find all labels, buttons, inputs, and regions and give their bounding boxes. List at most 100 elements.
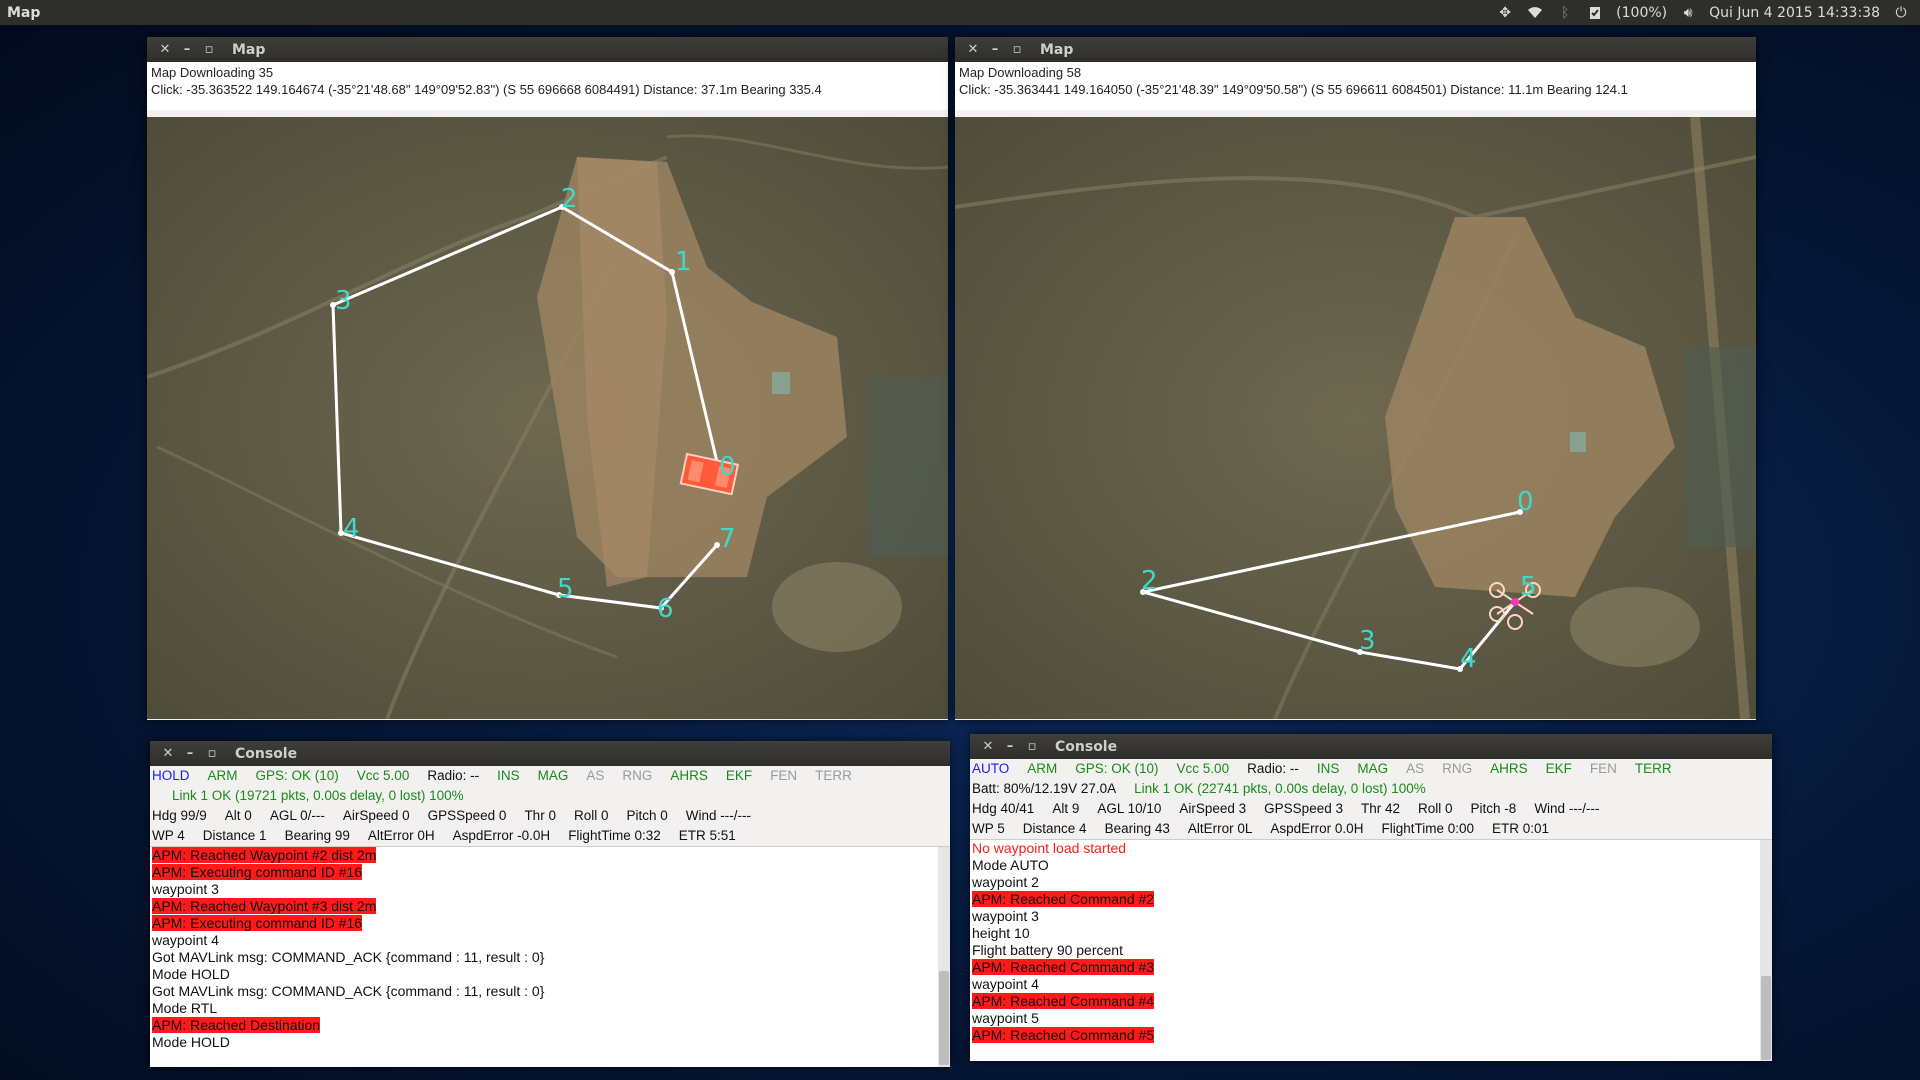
status-flag: MAG [537,768,569,783]
status-row-waypoint: WP 5 Distance 4 Bearing 43 AltError 0L AspdE… [970,819,1772,839]
minimize-icon[interactable]: – [176,42,198,57]
minimize-icon[interactable]: – [999,739,1021,754]
dropbox-icon[interactable]: ✥ [1496,5,1514,21]
status-flag: EKF [725,768,753,783]
app-title: Map [7,4,41,21]
log-line: Mode HOLD [152,1034,950,1051]
battery-percent[interactable]: (100%) [1616,5,1667,21]
close-icon[interactable]: ✕ [962,42,984,57]
top-panel: Map ✥ ᛒ (100%) 🔊︎ Qui Jun 4 2015 14:33:3… [0,0,1920,25]
status-row-waypoint: WP 4 Distance 1 Bearing 99 AltError 0H AspdE… [150,826,950,846]
log-line: waypoint 4 [972,976,1772,993]
clock[interactable]: Qui Jun 4 2015 14:33:38 [1709,5,1880,21]
status-row-attitude: Hdg 40/41 Alt 9 AGL 10/10 AirSpeed 3 GPSSpee… [970,799,1772,819]
status-value: Thr 0 [524,808,556,823]
status-value: AGL 10/10 [1097,801,1162,816]
scrollbar-thumb[interactable] [939,971,949,1065]
ground-circle [772,562,902,652]
status-value: AltError 0L [1187,821,1253,836]
status-flag: GPS: OK (10) [255,768,339,783]
minimize-icon[interactable]: – [984,42,1006,57]
wifi-icon[interactable] [1526,5,1544,21]
status-flag: MAG [1357,761,1389,776]
log-line: Flight battery 90 percent [972,942,1772,959]
indicator-area: ✥ ᛒ (100%) 🔊︎ Qui Jun 4 2015 14:33:38 ⏻ [1496,0,1910,25]
clipboard-icon[interactable] [1586,5,1604,21]
log-line: waypoint 4 [152,932,950,949]
message-log[interactable]: No waypoint load started Mode AUTO waypoin… [970,839,1772,1061]
status-flag: EKF [1545,761,1572,776]
log-text: Flight battery 90 percent [972,942,1123,958]
log-line: APM: Reached Command #2 [972,891,1772,908]
status-value: ETR 5:51 [678,828,736,843]
log-line: Got MAVLink msg: COMMAND_ACK {command : … [152,983,950,1000]
status-flag: RNG [622,768,653,783]
titlebar: ✕ – ▫ Console [150,741,950,766]
vegetation [1685,347,1756,547]
status-value: Distance 1 [202,828,267,843]
status-flag: ARM [207,768,238,783]
log-line: APM: Executing command ID #16 [152,915,950,932]
log-text: APM: Reached Command #3 [972,959,1155,975]
maximize-icon[interactable]: ▫ [198,42,220,57]
titlebar: ✕ – ▫ Map [147,37,948,62]
map-canvas[interactable]: 0 2 3 4 5 [955,117,1756,719]
map-canvas[interactable]: 0 1 2 3 4 5 6 7 [147,117,948,719]
maximize-icon[interactable]: ▫ [1021,739,1043,754]
minimize-icon[interactable]: – [179,746,201,761]
log-text: APM: Reached Command #4 [972,993,1155,1009]
status-value: FlightTime 0:32 [568,828,661,843]
power-icon[interactable]: ⏻ [1892,5,1910,21]
status-value: Hdg 40/41 [972,801,1035,816]
status-flag: TERR [815,768,852,783]
status-flag: INS [497,768,520,783]
status-value: Bearing 99 [284,828,350,843]
status-flag: RNG [1442,761,1473,776]
status-value: Wind ---/--- [1534,801,1600,816]
maximize-icon[interactable]: ▫ [1006,42,1028,57]
map-info: Map Downloading 35 Click: -35.363522 149… [147,62,948,110]
waypoint-label: 7 [719,524,736,554]
status-value: GPSSpeed 3 [1264,801,1343,816]
window-title: Map [232,41,266,58]
log-text: Mode HOLD [152,966,230,982]
status-value: Wind ---/--- [685,808,751,823]
building [1570,432,1586,452]
volume-icon[interactable]: 🔊︎ [1679,5,1697,21]
status-flag: Radio: -- [1247,761,1299,776]
waypoint-label: 2 [1141,566,1158,596]
log-text: No waypoint load started [972,840,1127,856]
log-text: waypoint 3 [972,908,1039,924]
status-value: Hdg 99/9 [152,808,207,823]
download-status: Map Downloading 58 [959,65,1082,80]
map-window-left: ✕ – ▫ Map Map Downloading 35 Click: -35.… [147,37,948,720]
status-value: AGL 0/--- [269,808,325,823]
titlebar: ✕ – ▫ Map [955,37,1756,62]
status-value: Pitch -8 [1470,801,1517,816]
log-line: APM: Reached Waypoint #2 dist 2m [152,847,950,864]
status-flag: Vcc 5.00 [1176,761,1230,776]
close-icon[interactable]: ✕ [154,42,176,57]
scrollbar[interactable] [1760,840,1772,1061]
scrollbar[interactable] [938,847,950,1067]
bluetooth-icon[interactable]: ᛒ [1556,5,1574,21]
log-line: Mode AUTO [972,857,1772,874]
status-value: WP 5 [972,821,1005,836]
log-line: APM: Reached Command #4 [972,993,1772,1010]
close-icon[interactable]: ✕ [977,739,999,754]
message-log[interactable]: APM: Reached Waypoint #2 dist 2m APM: Exe… [150,846,950,1067]
log-line: waypoint 2 [972,874,1772,891]
status-flag: TERR [1634,761,1672,776]
map-info: Map Downloading 58 Click: -35.363441 149… [955,62,1756,110]
scrollbar-thumb[interactable] [1761,976,1771,1060]
status-flag: GPS: OK (10) [1075,761,1159,776]
close-icon[interactable]: ✕ [157,746,179,761]
link-status: Link 1 OK (19721 pkts, 0.00s delay, 0 lo… [172,788,464,803]
status-flag: ARM [1027,761,1058,776]
status-value: AspdError 0.0H [1270,821,1364,836]
log-line: APM: Reached Destination [152,1017,950,1034]
status-value: Alt 0 [224,808,252,823]
log-text: APM: Reached Waypoint #2 dist 2m [152,847,377,863]
status-flag: FEN [1589,761,1617,776]
maximize-icon[interactable]: ▫ [201,746,223,761]
